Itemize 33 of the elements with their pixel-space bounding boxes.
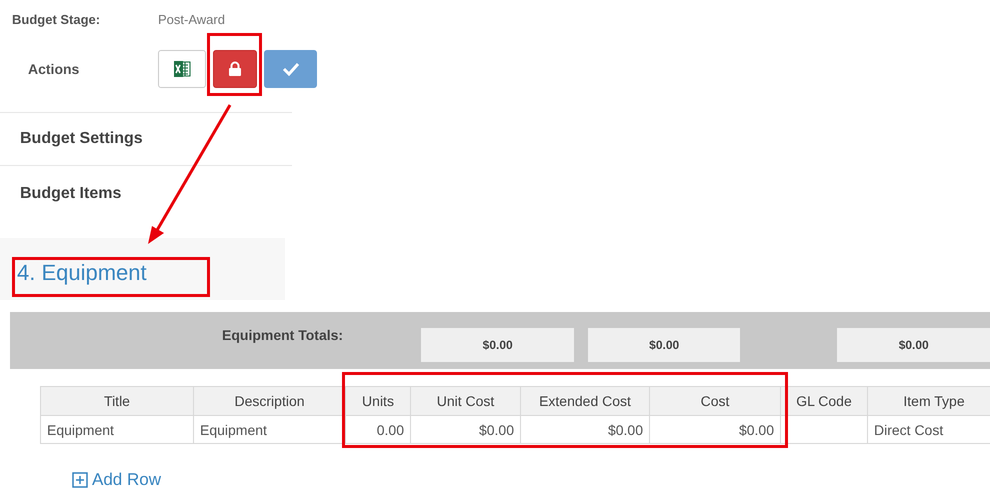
add-row-link[interactable]: Add Row — [72, 470, 161, 490]
table-cell: Equipment — [194, 416, 346, 444]
actions-label: Actions — [27, 61, 80, 77]
spreadsheet-icon — [173, 60, 191, 78]
column-header: Item Type — [868, 386, 990, 416]
highlight-frame — [207, 33, 262, 96]
approve-button[interactable] — [264, 50, 317, 88]
totals-label: Equipment Totals: — [222, 327, 344, 343]
column-header: Description — [194, 386, 346, 416]
table-cell: $0.00 — [520, 416, 650, 444]
column-header: Extended Cost — [520, 386, 650, 416]
lock-button[interactable] — [213, 50, 257, 88]
total-value: $0.00 — [588, 328, 740, 362]
total-value: $0.00 — [421, 328, 574, 362]
column-header: Units — [346, 386, 410, 416]
plus-icon — [72, 472, 88, 488]
table-cell: 0.00 — [346, 416, 410, 444]
total-value: $0.00 — [837, 328, 990, 362]
table-cell: $0.00 — [410, 416, 520, 444]
check-icon — [282, 62, 300, 76]
budget-stage-value: Post-Award — [158, 12, 225, 26]
column-header: Cost — [650, 386, 780, 416]
export-excel-button[interactable] — [158, 50, 206, 88]
nav-item[interactable]: Budget Settings — [0, 113, 292, 166]
column-header: Title — [40, 386, 194, 416]
lock-icon — [228, 61, 242, 77]
section-title: 4. Equipment — [17, 260, 147, 286]
table-cell: $0.00 — [650, 416, 780, 444]
column-header: GL Code — [780, 386, 868, 416]
nav-item[interactable]: Budget Items — [0, 166, 292, 222]
column-header: Unit Cost — [410, 386, 520, 416]
table-cell: Equipment — [40, 416, 194, 444]
budget-stage-label: Budget Stage: — [12, 12, 102, 26]
